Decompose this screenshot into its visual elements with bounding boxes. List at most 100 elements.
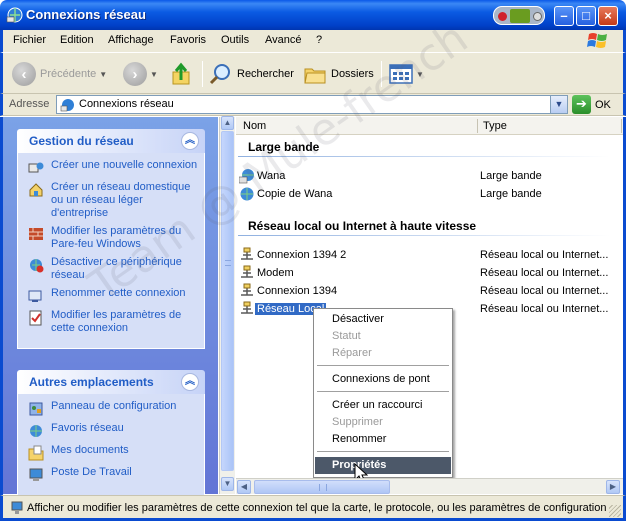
menu-item-status: Statut [315,328,451,345]
task-label: Renommer cette connexion [51,287,186,299]
list-item[interactable]: Connexion 1394 Réseau local ou Internet.… [239,283,611,299]
status-connection-icon [11,501,23,514]
menu-item-properties[interactable]: Propriétés [315,457,451,474]
task-change-settings[interactable]: Modifier les paramètres de cette connexi… [28,309,200,335]
menu-separator [317,391,449,392]
task-pane: Gestion du réseau ︽ Créer une nouvelle c… [3,117,218,497]
menu-item-bridge[interactable]: Connexions de pont [315,371,451,388]
network-tasks-header[interactable]: Gestion du réseau ︽ [17,129,205,153]
list-item[interactable]: Connexion 1394 2 Réseau local ou Interne… [239,247,611,263]
menu-item-rename[interactable]: Renommer [315,431,451,448]
task-label: Créer une nouvelle connexion [51,159,198,171]
list-item[interactable]: Copie de Wana Large bande [239,186,611,202]
close-button[interactable]: × [598,6,618,26]
maximize-button[interactable]: □ [576,6,596,26]
network-tasks-title: Gestion du réseau [29,134,134,148]
task-label: Désactiver ce périphérique réseau [51,256,182,281]
item-type: Large bande [480,170,542,182]
up-folder-icon [172,62,190,85]
place-control-panel[interactable]: Panneau de configuration [28,400,200,417]
views-button[interactable]: ▼ [389,60,424,88]
menu-edition[interactable]: Edition [60,34,94,46]
menu-avance[interactable]: Avancé [265,34,302,46]
nvidia-icon [510,9,530,23]
column-type[interactable]: Type [483,120,507,132]
place-network-places[interactable]: Favoris réseau [28,422,200,439]
menu-help[interactable]: ? [316,34,322,46]
place-label: Favoris réseau [51,422,124,434]
scroll-up-button[interactable]: ▲ [221,116,234,130]
task-new-connection[interactable]: Créer une nouvelle connexion [28,159,200,176]
menu-item-disable[interactable]: Désactiver [315,311,451,328]
task-rename-connection[interactable]: Renommer cette connexion [28,287,200,304]
task-home-network[interactable]: Créer un réseau domestique ou un réseau … [28,181,200,220]
group-divider [238,235,610,236]
place-my-documents[interactable]: Mes documents [28,444,200,461]
folders-icon [304,68,326,84]
menu-affichage[interactable]: Affichage [108,34,154,46]
scroll-down-button[interactable]: ▼ [221,477,234,491]
group-title-lan: Réseau local ou Internet à haute vitesse [248,219,477,233]
collapse-chevron-icon[interactable]: ︽ [181,373,199,391]
other-places-header[interactable]: Autres emplacements ︽ [17,370,205,394]
rename-icon [28,290,42,302]
settings-checklist-icon [29,310,42,326]
column-divider[interactable] [621,119,622,133]
menu-fichier[interactable]: Fichier [13,34,46,46]
options-icon [533,12,542,21]
go-label: OK [595,98,611,111]
group-divider [238,156,610,157]
go-arrow-icon: ➔ [572,95,591,114]
resize-grip-icon[interactable] [609,505,621,517]
home-network-icon [29,183,43,197]
scroll-right-button[interactable]: ▶ [606,480,620,494]
collapse-chevron-icon[interactable]: ︽ [181,132,199,150]
horizontal-scroll-thumb[interactable] [254,480,390,494]
folders-button[interactable]: Dossiers [303,60,374,88]
firewall-icon [29,228,43,240]
network-tasks-panel: Gestion du réseau ︽ Créer une nouvelle c… [17,129,205,349]
menu-item-repair: Réparer [315,345,451,362]
menu-item-shortcut[interactable]: Créer un raccourci [315,397,451,414]
column-name[interactable]: Nom [243,120,266,132]
list-item[interactable]: Modem Réseau local ou Internet... [239,265,611,281]
search-label: Rechercher [237,68,294,80]
go-button[interactable]: ➔ OK [572,95,622,114]
column-divider[interactable] [477,119,478,133]
tray-pill[interactable] [493,6,545,25]
disable-device-icon [30,259,44,273]
lan-connection-icon [241,283,253,296]
address-dropdown-button[interactable]: ▼ [550,96,567,113]
menu-outils[interactable]: Outils [221,34,249,46]
broadband-connection-icon [239,169,254,184]
other-places-title: Autres emplacements [29,375,154,389]
left-pane-scrollbar[interactable]: ▲ ▼ [219,116,235,494]
minimize-button[interactable]: – [554,6,574,26]
menu-favoris[interactable]: Favoris [170,34,206,46]
item-name: Connexion 1394 [257,285,338,297]
place-my-computer[interactable]: Poste De Travail [28,466,200,483]
item-type: Réseau local ou Internet... [480,303,609,315]
search-button[interactable]: Rechercher [209,60,294,88]
forward-button[interactable]: › ▼ [123,60,158,88]
horizontal-scrollbar[interactable]: ◀ ▶ [236,478,623,494]
back-button[interactable]: ‹ Précédente ▼ [12,60,107,88]
left-scroll-thumb[interactable] [221,131,234,471]
task-firewall-settings[interactable]: Modifier les paramètres du Pare-feu Wind… [28,225,200,251]
scroll-left-button[interactable]: ◀ [237,480,251,494]
broadband-connection-icon [240,187,254,201]
address-input[interactable]: Connexions réseau ▼ [56,95,568,114]
list-item[interactable]: Wana Large bande [239,168,611,184]
item-name: Connexion 1394 2 [257,249,347,261]
views-icon [389,64,413,84]
title-bar[interactable]: Connexions réseau – □ × [0,0,626,30]
maximize-icon: □ [582,8,590,23]
address-value: Connexions réseau [79,98,174,110]
minimize-icon: – [560,8,568,23]
forward-dropdown-icon: ▼ [150,69,158,79]
my-computer-icon [29,468,43,481]
network-places-icon [30,425,42,437]
task-disable-device[interactable]: Désactiver ce périphérique réseau [28,256,200,282]
up-button[interactable] [171,60,193,88]
back-label: Précédente [40,68,97,80]
